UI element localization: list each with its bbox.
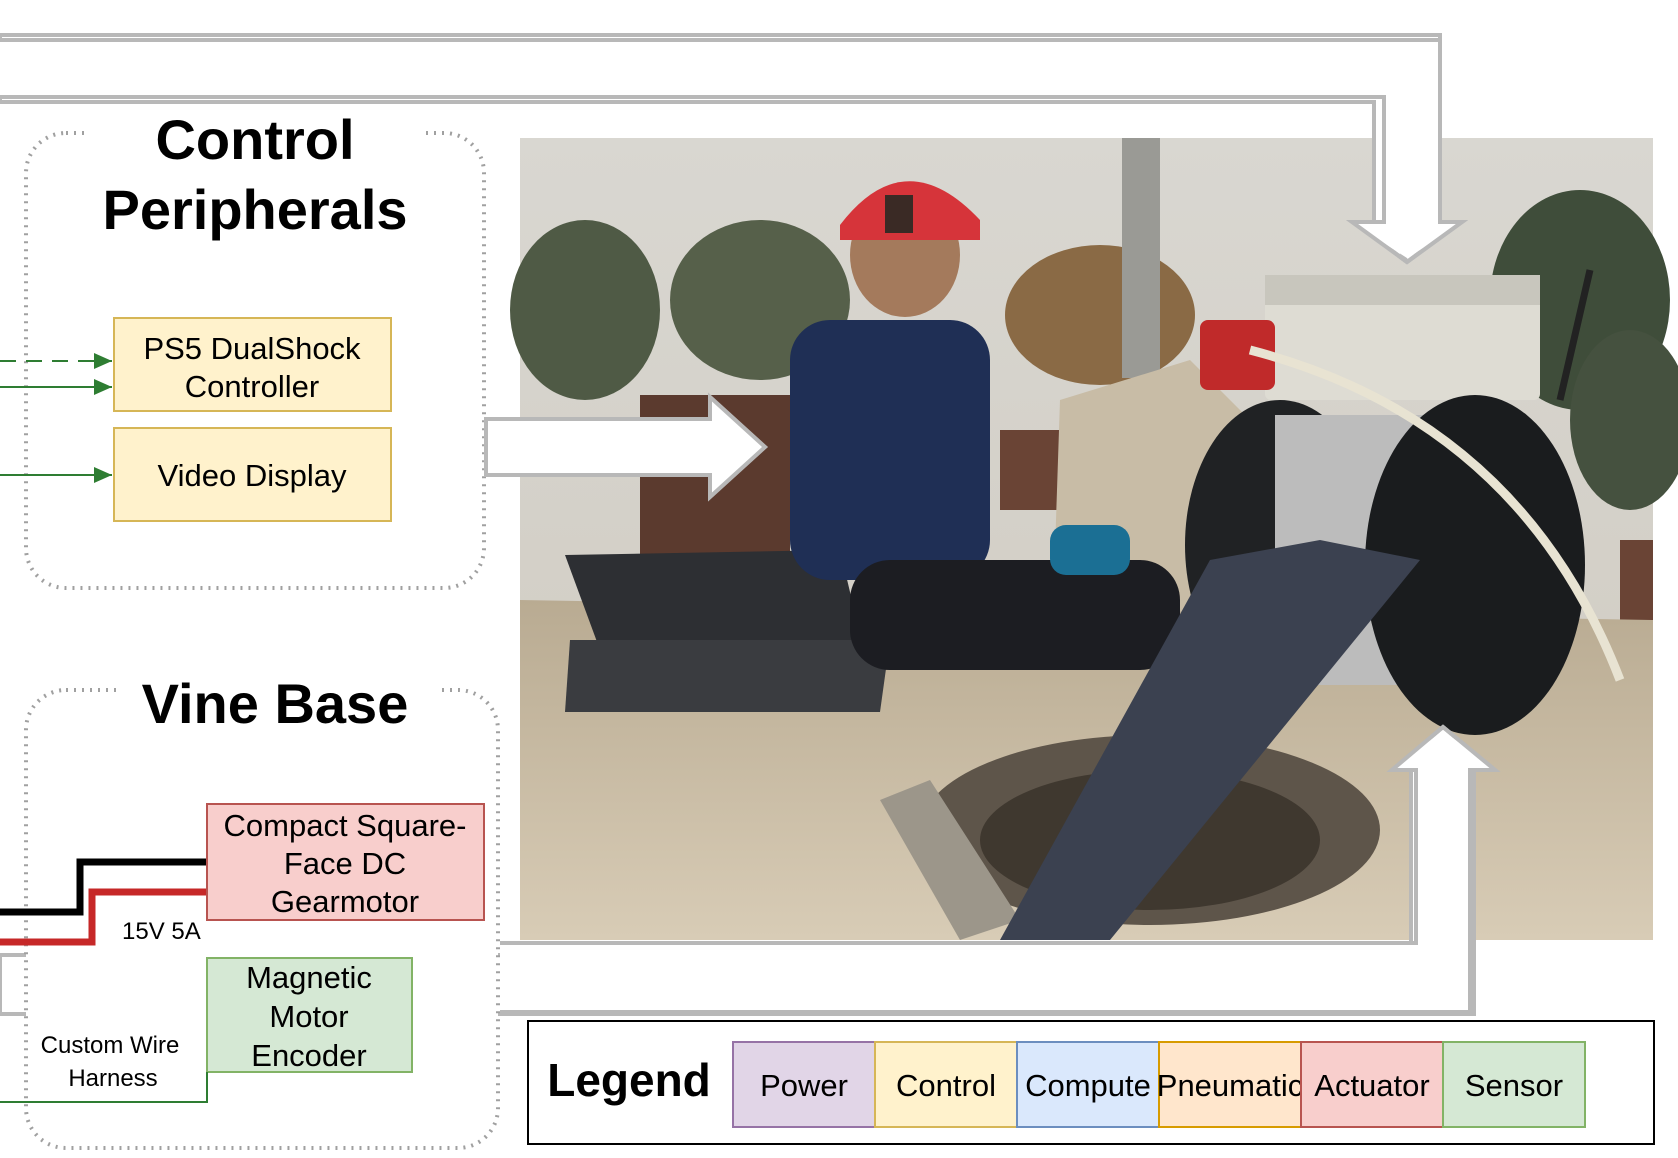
- harness-label-2: Harness: [68, 1065, 157, 1092]
- video-display-node: Video Display: [113, 427, 392, 522]
- motor-line2: Face DC: [284, 846, 406, 881]
- gearmotor-node: Compact Square- Face DC Gearmotor: [206, 803, 485, 921]
- legend-title: Legend: [547, 1054, 711, 1106]
- legend-label-control: Control: [896, 1068, 996, 1103]
- encoder-line3: Encoder: [251, 1038, 366, 1073]
- encoder-line1: Magnetic: [246, 960, 372, 995]
- ps5-line1: PS5 DualShock: [143, 331, 361, 366]
- legend: Legend Power Control Compute Pneumatic Actua…: [527, 1020, 1655, 1145]
- field-photo: [510, 138, 1678, 940]
- video-display-label: Video Display: [158, 458, 347, 493]
- control-group-title-1: Control: [155, 108, 354, 171]
- legend-items: Power Control Compute Pneumatic Actuator Sens…: [732, 1041, 1586, 1128]
- legend-label-power: Power: [760, 1068, 848, 1103]
- gamepad: [1050, 525, 1130, 575]
- power-edge-label: 15V 5A: [122, 918, 201, 945]
- motor-line3: Gearmotor: [271, 884, 419, 919]
- vine-group-title: Vine Base: [142, 672, 409, 735]
- encoder-node: Magnetic Motor Encoder: [206, 957, 413, 1073]
- pole: [1122, 138, 1160, 378]
- legend-label-actuator: Actuator: [1314, 1068, 1429, 1103]
- ps5-line2: Controller: [185, 369, 319, 404]
- legend-label-compute: Compute: [1025, 1068, 1151, 1103]
- control-group-title-2: Peripherals: [102, 178, 407, 241]
- harness-label-1: Custom Wire: [41, 1032, 180, 1059]
- motor-line1: Compact Square-: [224, 808, 467, 843]
- legend-label-pneumatic: Pneumatic: [1157, 1068, 1303, 1103]
- ps5-controller-node: PS5 DualShock Controller: [113, 317, 392, 412]
- legend-label-sensor: Sensor: [1465, 1068, 1563, 1103]
- system-diagram: Control Peripherals PS5 DualShock Contro…: [0, 33, 1678, 1150]
- encoder-line2: Motor: [269, 999, 348, 1034]
